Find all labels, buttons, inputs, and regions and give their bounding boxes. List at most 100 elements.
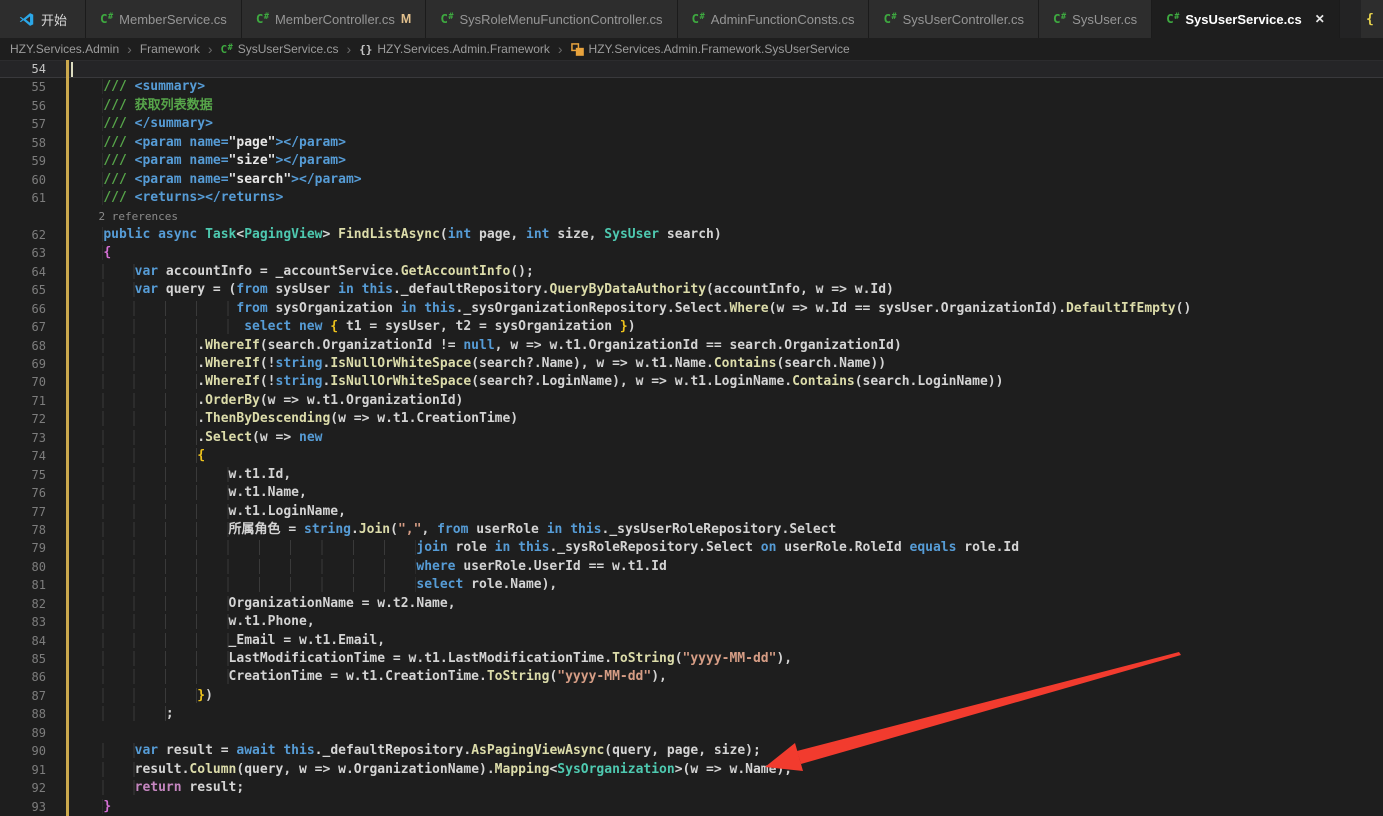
code-text: return result; [46,779,244,797]
line-number: 93 [0,798,46,816]
tab-sys-user-controller[interactable]: C#SysUserController.cs [869,0,1039,38]
line-number: 81 [0,576,46,594]
code-line: 69 .WhereIf(!string.IsNullOrWhiteSpace(s… [0,355,1383,373]
token: accountInfo = _accountService. [158,264,401,279]
indent-guides [72,651,229,666]
token: . [197,338,205,353]
token: return [135,780,182,795]
line-number: 84 [0,632,46,650]
token: role [448,540,495,555]
code-line: 74 { [0,447,1383,465]
token: var [135,264,158,279]
breadcrumb-item[interactable]: HZY.Services.Admin [10,42,119,56]
token: ToString [487,669,550,684]
tab-member-controller[interactable]: C#MemberController.csM [242,0,427,38]
code-text: OrganizationName = w.t2.Name, [46,595,456,613]
line-number: 57 [0,115,46,133]
token: null [463,338,494,353]
code-line: 84 _Email = w.t1.Email, [0,632,1383,650]
tab-sys-user[interactable]: C#SysUser.cs [1039,0,1152,38]
tab-sys-role-menu-function-controller[interactable]: C#SysRoleMenuFunctionController.cs [426,0,677,38]
token: . [197,356,205,371]
token [510,540,518,555]
breadcrumb-item[interactable]: Framework [140,42,200,56]
token: ></param> [291,172,361,187]
code-line: 92 return result; [0,779,1383,797]
code-text: 所属角色 = string.Join(",", from userRole in… [46,521,836,539]
token: ToString [612,651,675,666]
breadcrumb-item[interactable]: {}HZY.Services.Admin.Framework [359,42,550,56]
token: CreationTime = w.t1.CreationTime. [229,669,487,684]
token: ), [651,669,667,684]
token: Contains [792,374,855,389]
close-icon[interactable]: ✕ [1315,12,1325,26]
token: . [197,393,205,408]
breadcrumb-label: SysUserService.cs [238,42,339,56]
code-text: .Select(w => new [46,429,322,447]
code-line: 56 /// 获取列表数据 [0,97,1383,115]
token: ( [440,227,448,242]
token: /// [103,135,134,150]
tab-sys-user-service[interactable]: C#SysUserService.cs✕ [1152,0,1340,38]
token: this [570,522,601,537]
code-line: 76 w.t1.Name, [0,484,1383,502]
text-cursor [71,62,73,77]
indent-guides [72,780,135,795]
code-line: 87 }) [0,687,1383,705]
indent-guides [72,264,135,279]
code-line: 80 where userRole.UserId == w.t1.Id [0,558,1383,576]
token: where [416,559,455,574]
tab-bar: 开始C#MemberService.csC#MemberController.c… [0,0,1383,38]
line-number: 70 [0,373,46,391]
tab-label: SysRoleMenuFunctionController.cs [459,12,662,27]
token: IsNullOrWhiteSpace [330,374,471,389]
code-line: 88 ; [0,705,1383,723]
token: /// [103,172,134,187]
token: ._sysRoleRepository.Select [549,540,760,555]
token: (! [260,356,276,371]
indent-guides [72,116,103,131]
code-line: 60 /// <param name="search"></param> [0,171,1383,189]
breadcrumb-item[interactable]: HZY.Services.Admin.Framework.SysUserServ… [571,42,850,56]
code-text: _Email = w.t1.Email, [46,632,385,650]
token: (search.Name)) [776,356,886,371]
tab-member-service[interactable]: C#MemberService.cs [86,0,242,38]
token: from [236,282,267,297]
token: WhereIf [205,374,260,389]
token: new [299,319,322,334]
token: async [158,227,197,242]
breadcrumb-label: HZY.Services.Admin.Framework [377,42,550,56]
token: search) [659,227,722,242]
indent-guides [72,522,229,537]
token: Select [205,430,252,445]
token: (w => w.t1.OrganizationId) [260,393,464,408]
code-text: var accountInfo = _accountService.GetAcc… [46,263,534,281]
code-line: 55 /// <summary> [0,78,1383,96]
tab-partial-file[interactable]: { [1361,0,1383,38]
line-number: 59 [0,152,46,170]
code-line: 61 /// <returns></returns> [0,189,1383,207]
code-editor[interactable]: 5455 /// <summary>56 /// 获取列表数据57 /// </… [0,60,1383,816]
tab-start[interactable]: 开始 [0,0,86,38]
indent-guides [72,614,229,629]
token: var [135,743,158,758]
breadcrumb-item[interactable]: C#SysUserService.cs [221,42,339,56]
codelens-references[interactable]: 2 references [72,210,178,223]
line-number: 61 [0,189,46,207]
token: result = [158,743,236,758]
token: ></param> [276,135,346,150]
token: result. [135,762,190,777]
indent-guides [72,504,229,519]
brace-file-icon: { [1366,12,1374,27]
token: (search.LoginName)) [855,374,1004,389]
token: var [135,282,158,297]
code-text: from sysOrganization in this._sysOrganiz… [46,300,1191,318]
token: ThenByDescending [205,411,330,426]
code-text: /// <returns></returns> [46,189,283,207]
token: await [236,743,275,758]
code-text: CreationTime = w.t1.CreationTime.ToStrin… [46,668,667,686]
token: IsNullOrWhiteSpace [330,356,471,371]
token: from [236,301,267,316]
line-number: 63 [0,244,46,262]
tab-admin-function-consts[interactable]: C#AdminFunctionConsts.cs [678,0,870,38]
